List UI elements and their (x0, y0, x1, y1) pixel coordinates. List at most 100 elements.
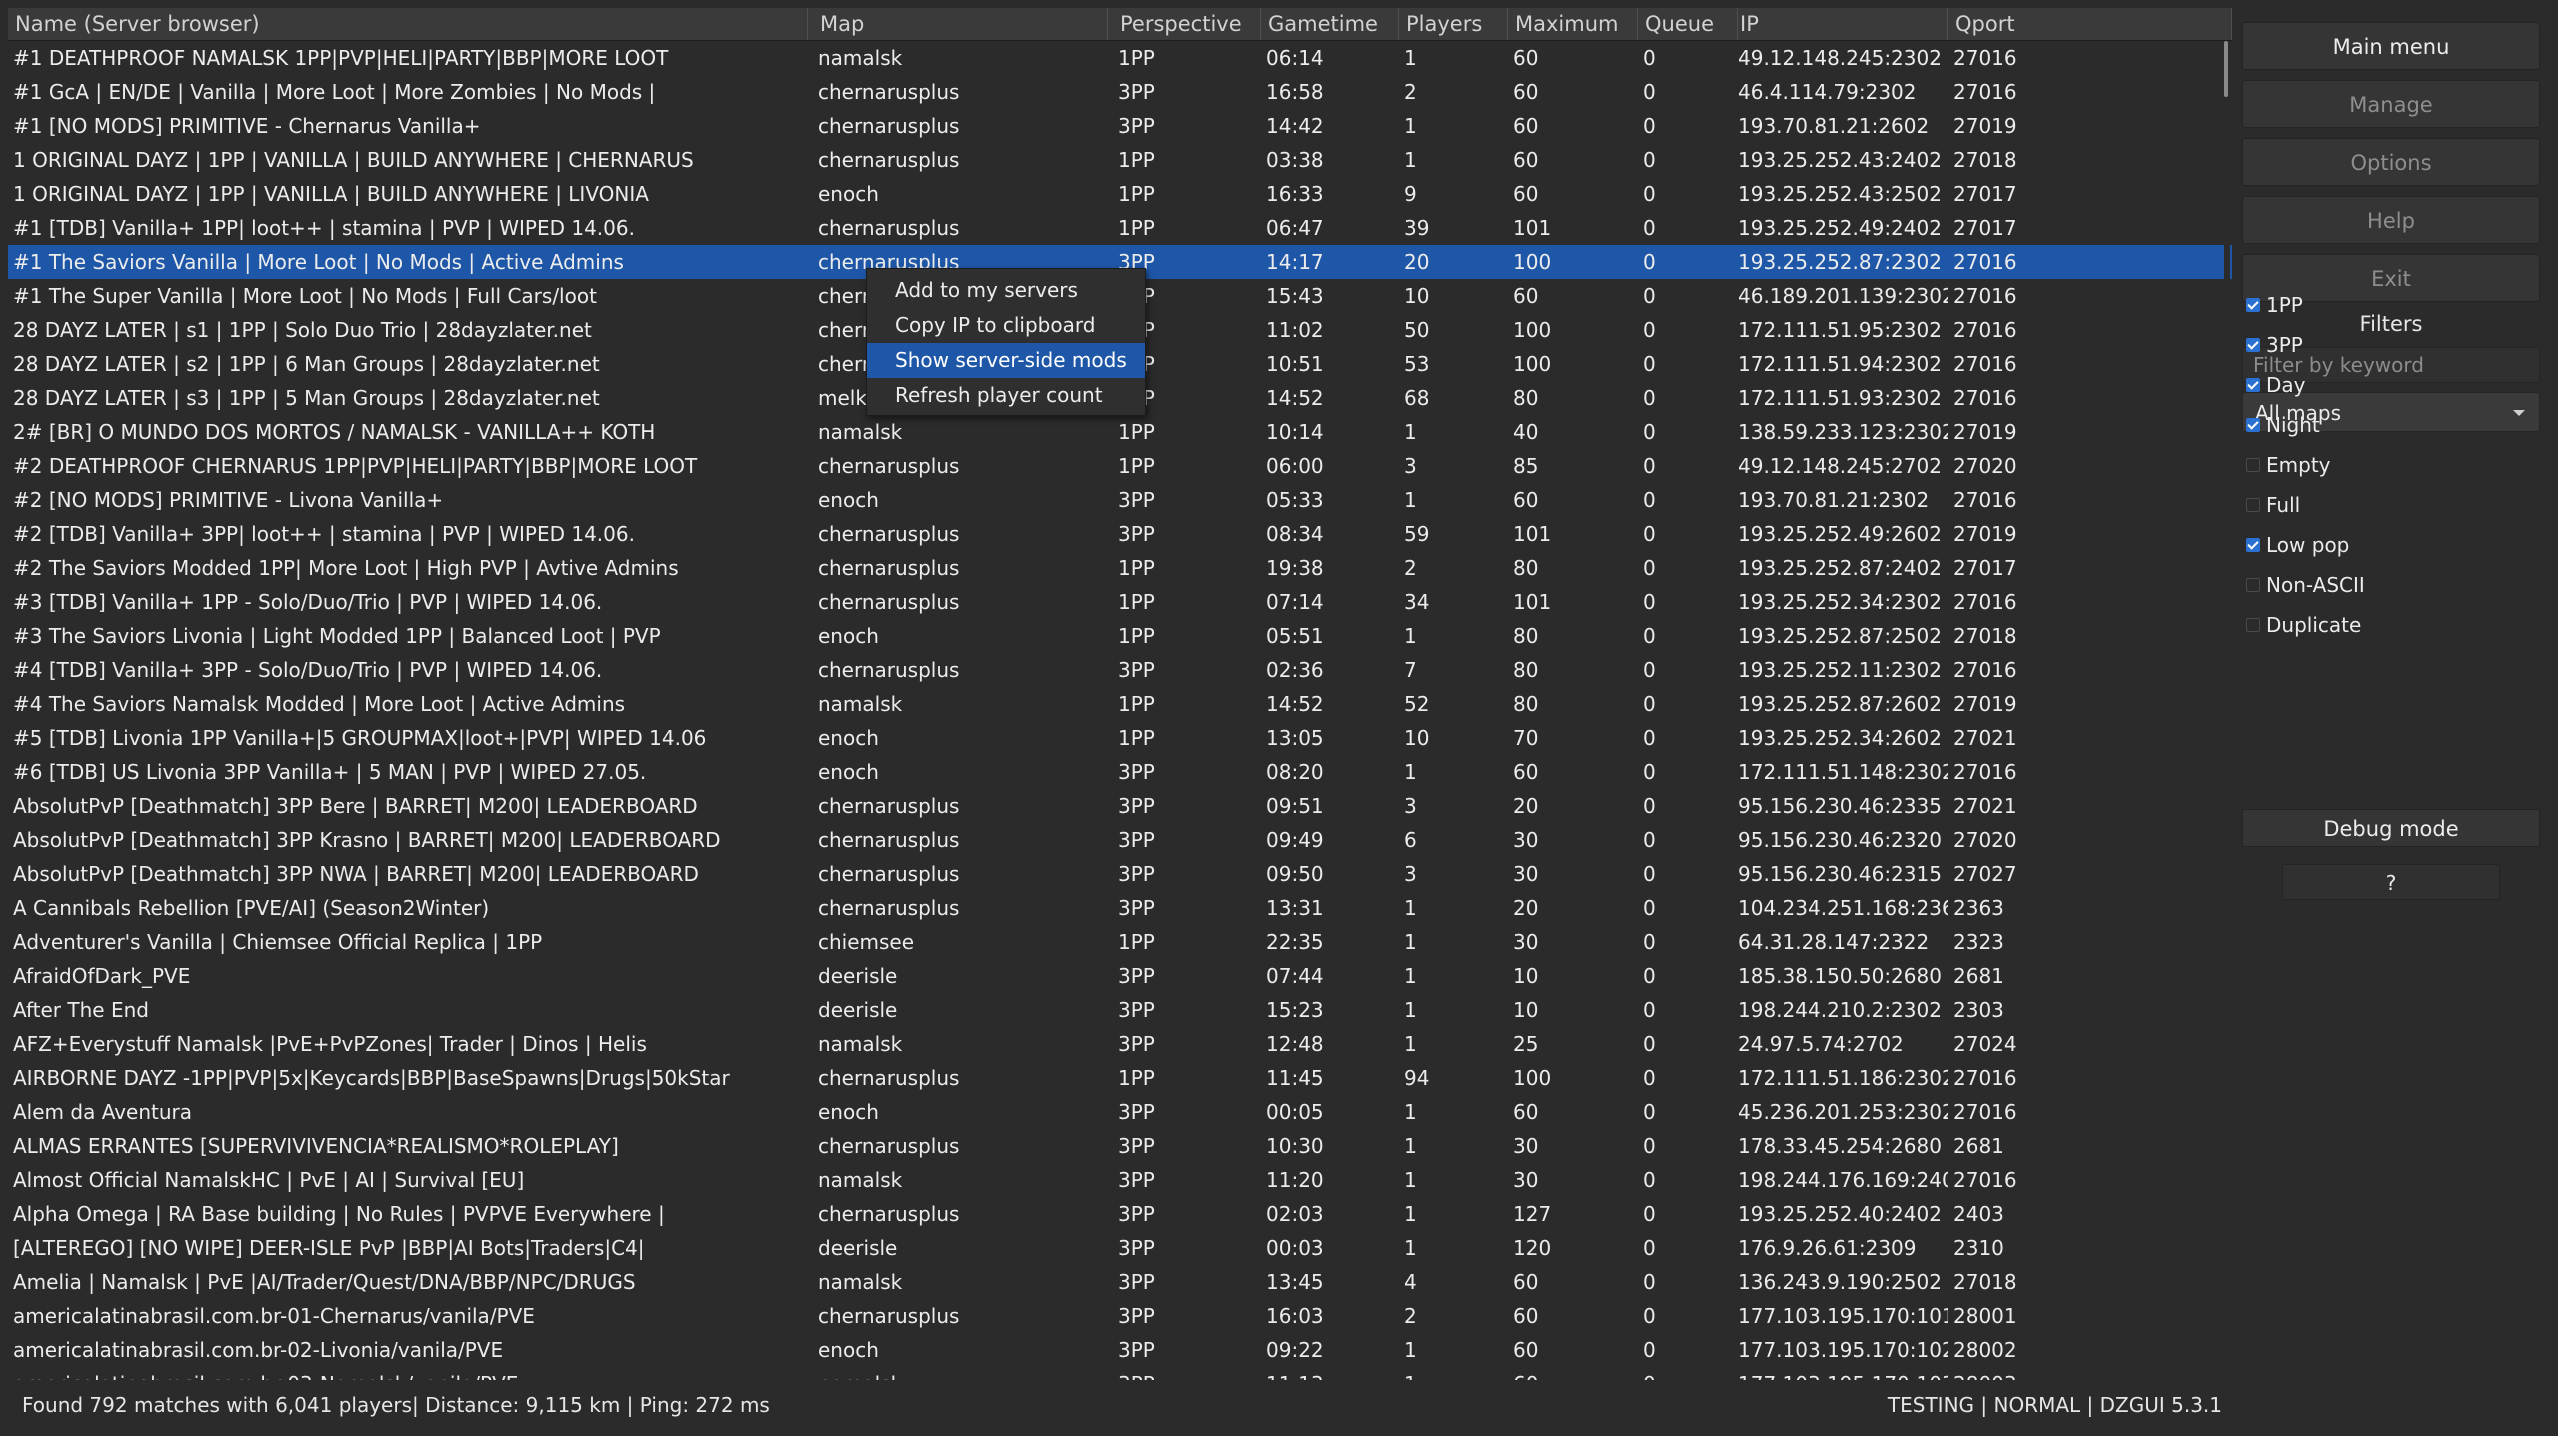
cell-gametime: 14:17 (1266, 250, 1324, 274)
table-row[interactable]: #3 The Saviors Livonia | Light Modded 1P… (8, 619, 2232, 653)
cell-queue: 0 (1643, 80, 1656, 104)
table-row[interactable]: #1 DEATHPROOF NAMALSK 1PP|PVP|HELI|PARTY… (8, 41, 2232, 75)
cell-ip: 172.111.51.93:2302 (1738, 386, 1942, 410)
checkbox-checked-icon[interactable] (2246, 298, 2260, 312)
filter-duplicate-checkbox[interactable]: Duplicate (2246, 609, 2361, 641)
table-row[interactable]: 1 ORIGINAL DAYZ | 1PP | VANILLA | BUILD … (8, 143, 2232, 177)
cell-perspective: 3PP (1118, 114, 1155, 138)
cell-perspective: 1PP (1118, 182, 1155, 206)
table-row[interactable]: #3 [TDB] Vanilla+ 1PP - Solo/Duo/Trio | … (8, 585, 2232, 619)
cell-map: enoch (818, 1338, 879, 1362)
cell-queue: 0 (1643, 692, 1656, 716)
table-row[interactable]: AFZ+Everystuff Namalsk |PvE+PvPZones| Tr… (8, 1027, 2232, 1061)
table-row[interactable]: #2 The Saviors Modded 1PP| More Loot | H… (8, 551, 2232, 585)
filter-full-checkbox[interactable]: Full (2246, 489, 2300, 521)
cell-queue: 0 (1643, 114, 1656, 138)
cell-ip: 176.9.26.61:2309 (1738, 1236, 1917, 1260)
table-row[interactable]: A Cannibals Rebellion [PVE/AI] (Season2W… (8, 891, 2232, 925)
table-row[interactable]: #2 [TDB] Vanilla+ 3PP| loot++ | stamina … (8, 517, 2232, 551)
main-menu-button[interactable]: Main menu (2242, 22, 2540, 70)
filter-low-pop-checkbox[interactable]: Low pop (2246, 529, 2349, 561)
cell-players: 1 (1404, 1168, 1417, 1192)
column-header-players[interactable]: Players (1399, 8, 1508, 40)
table-row[interactable]: After The End deerisle 3PP 15:23 1 10 0 198.244… (8, 993, 2232, 1027)
menu-item-add-to-my-servers[interactable]: Add to my servers (867, 273, 1145, 308)
debug-mode-button[interactable]: Debug mode (2242, 809, 2540, 847)
checkbox-checked-icon[interactable] (2246, 338, 2260, 352)
cell-gametime: 11:13 (1261, 1367, 1399, 1380)
checkbox-checked-icon[interactable] (2246, 538, 2260, 552)
table-row[interactable]: 2# [BR] O MUNDO DOS MORTOS / NAMALSK - V… (8, 415, 2232, 449)
filter-3pp-checkbox[interactable]: 3PP (2246, 329, 2303, 361)
table-row[interactable]: #6 [TDB] US Livonia 3PP Vanilla+ | 5 MAN… (8, 755, 2232, 789)
table-row[interactable]: AfraidOfDark_PVE deerisle 3PP 07:44 1 10 0 185.… (8, 959, 2232, 993)
checkbox-unchecked-icon[interactable] (2246, 458, 2260, 472)
table-row[interactable]: AbsolutPvP [Deathmatch] 3PP NWA | BARRET… (8, 857, 2232, 891)
cell-players: 68 (1404, 386, 1430, 410)
column-header-qport[interactable]: Qport (1948, 8, 2232, 40)
table-row[interactable]: #1 GcA | EN/DE | Vanilla | More Loot | M… (8, 75, 2232, 109)
cell-map: namalsk (818, 1168, 903, 1192)
help-button[interactable]: Help (2242, 196, 2540, 244)
table-row[interactable]: #4 [TDB] Vanilla+ 3PP - Solo/Duo/Trio | … (8, 653, 2232, 687)
table-row[interactable]: americalatinabrasil.com.br-03-Namalsk/va… (8, 1367, 2232, 1380)
column-header-map[interactable]: Map (813, 8, 1108, 40)
cell-gametime: 05:33 (1266, 488, 1324, 512)
table-row[interactable]: ALMAS ERRANTES [SUPERVIVIVENCIA*REALISMO… (8, 1129, 2232, 1163)
cell-queue: 0 (1643, 352, 1656, 376)
table-row[interactable]: Adventurer's Vanilla | Chiemsee Official… (8, 925, 2232, 959)
checkbox-unchecked-icon[interactable] (2246, 498, 2260, 512)
column-header-maximum[interactable]: Maximum (1508, 8, 1638, 40)
table-row[interactable]: #4 The Saviors Namalsk Modded | More Loo… (8, 687, 2232, 721)
cell-map: chernarusplus (818, 114, 960, 138)
filter-night-checkbox[interactable]: Night (2246, 409, 2320, 441)
table-row[interactable]: Amelia | Namalsk | PvE |AI/Trader/Quest/… (8, 1265, 2232, 1299)
menu-item-refresh-player-count[interactable]: Refresh player count (867, 378, 1145, 413)
scrollbar-thumb[interactable] (2224, 41, 2228, 97)
table-row[interactable]: #5 [TDB] Livonia 1PP Vanilla+|5 GROUPMAX… (8, 721, 2232, 755)
column-header-queue[interactable]: Queue (1638, 8, 1738, 40)
cell-perspective: 3PP (1118, 658, 1155, 682)
cell-perspective: 3PP (1118, 760, 1155, 784)
cell-maximum: 40 (1513, 420, 1539, 444)
table-row[interactable]: AbsolutPvP [Deathmatch] 3PP Krasno | BAR… (8, 823, 2232, 857)
manage-button[interactable]: Manage (2242, 80, 2540, 128)
cell-name: AbsolutPvP [Deathmatch] 3PP Krasno | BAR… (13, 828, 721, 852)
filter-1pp-checkbox[interactable]: 1PP (2246, 289, 2303, 321)
table-row[interactable]: #1 [NO MODS] PRIMITIVE - Chernarus Vanil… (8, 109, 2232, 143)
menu-item-show-server-side-mods[interactable]: Show server-side mods (867, 343, 1145, 378)
column-header-perspective[interactable]: Perspective (1113, 8, 1261, 40)
table-row[interactable]: #1 [TDB] Vanilla+ 1PP| loot++ | stamina … (8, 211, 2232, 245)
column-header-gametime[interactable]: Gametime (1261, 8, 1399, 40)
cell-maximum: 60 (1513, 80, 1539, 104)
table-row[interactable]: [ALTEREGO] [NO WIPE] DEER-ISLE PvP |BBP|… (8, 1231, 2232, 1265)
checkbox-checked-icon[interactable] (2246, 378, 2260, 392)
table-row[interactable]: Alpha Omega | RA Base building | No Rule… (8, 1197, 2232, 1231)
table-row[interactable]: AbsolutPvP [Deathmatch] 3PP Bere | BARRE… (8, 789, 2232, 823)
cell-map: chiemsee (818, 930, 915, 954)
checkbox-unchecked-icon[interactable] (2246, 618, 2260, 632)
checkbox-unchecked-icon[interactable] (2246, 578, 2260, 592)
filter-non-ascii-checkbox[interactable]: Non-ASCII (2246, 569, 2365, 601)
column-header-name[interactable]: Name (Server browser) (8, 8, 808, 40)
filter-empty-checkbox[interactable]: Empty (2246, 449, 2331, 481)
filter-day-checkbox[interactable]: Day (2246, 369, 2306, 401)
column-header-ip[interactable]: IP (1733, 8, 1948, 40)
options-button[interactable]: Options (2242, 138, 2540, 186)
table-row[interactable]: AIRBORNE DAYZ -1PP|PVP|5x|Keycards|BBP|B… (8, 1061, 2232, 1095)
cell-ip: 177.103.195.170:10200 (1738, 1338, 1948, 1362)
table-row[interactable]: Alem da Aventura enoch 3PP 00:05 1 60 0 45.236.… (8, 1095, 2232, 1129)
table-row[interactable]: americalatinabrasil.com.br-02-Livonia/va… (8, 1333, 2232, 1367)
cell-qport: 2681 (1953, 964, 2004, 988)
menu-item-copy-ip[interactable]: Copy IP to clipboard (867, 308, 1145, 343)
checkbox-checked-icon[interactable] (2246, 418, 2260, 432)
cell-perspective: 1PP (1118, 46, 1155, 70)
question-button[interactable]: ? (2282, 864, 2500, 900)
cell-queue: 0 (1638, 1367, 1738, 1380)
table-row[interactable]: 1 ORIGINAL DAYZ | 1PP | VANILLA | BUILD … (8, 177, 2232, 211)
table-row[interactable]: #2 [NO MODS] PRIMITIVE - Livona Vanilla+… (8, 483, 2232, 517)
table-row[interactable]: Almost Official NamalskHC | PvE | AI | S… (8, 1163, 2232, 1197)
table-scrollbar[interactable] (2224, 41, 2230, 1380)
table-row[interactable]: americalatinabrasil.com.br-01-Chernarus/… (8, 1299, 2232, 1333)
table-row[interactable]: #2 DEATHPROOF CHERNARUS 1PP|PVP|HELI|PAR… (8, 449, 2232, 483)
